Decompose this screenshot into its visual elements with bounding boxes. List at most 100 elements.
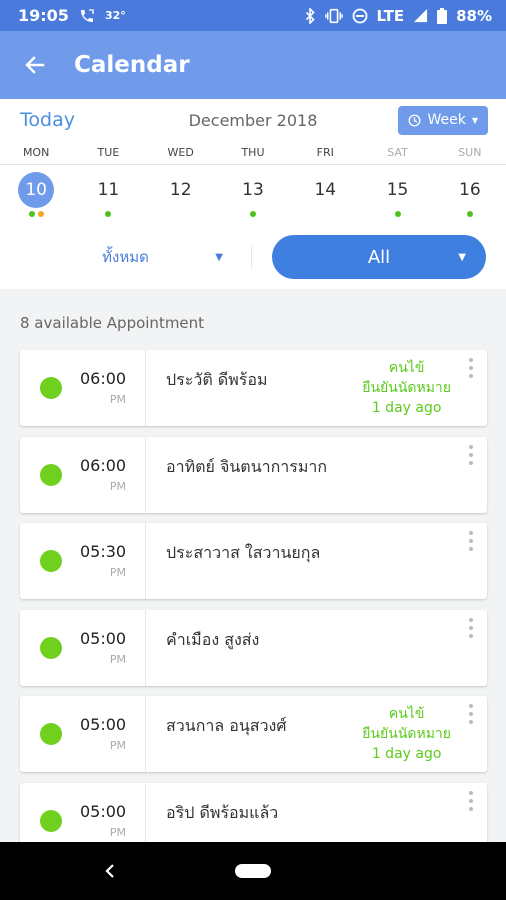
appointment-status-dot	[40, 723, 62, 745]
status-network: LTE	[376, 6, 405, 25]
card-divider	[145, 609, 146, 686]
card-divider	[145, 523, 146, 599]
nav-back-icon[interactable]	[100, 860, 120, 882]
nav-home-button[interactable]	[235, 864, 271, 878]
status-bar: 19:05 32° LTE 88%	[0, 0, 506, 31]
status-filter-label: All	[367, 246, 391, 268]
event-dots	[394, 211, 401, 217]
caret-down-icon: ▼	[215, 251, 223, 263]
day-row: 10 11 12 13 14 15 16	[0, 165, 506, 225]
category-filter-dropdown[interactable]: ทั้งหมด ▼	[0, 245, 252, 269]
vibrate-icon	[324, 8, 343, 24]
confirmation-line: คนไข้	[388, 360, 425, 376]
event-dot	[394, 211, 401, 217]
more-vert-icon[interactable]	[465, 790, 477, 815]
day-cell[interactable]: 12	[145, 165, 217, 225]
appointment-card[interactable]: 06:00 PM ประวัติ ดีพร้อม คนไข้ยืนยันนัดหมาย…	[20, 350, 487, 426]
more-vert-icon[interactable]	[465, 531, 477, 555]
today-button[interactable]: Today	[20, 109, 75, 131]
card-divider	[145, 782, 146, 842]
appointment-card[interactable]: 05:00 PM คำเมือง สูงส่ง	[20, 609, 487, 686]
card-divider	[145, 436, 146, 513]
appointment-ampm: PM	[109, 825, 126, 839]
day-number: 11	[97, 180, 120, 200]
weekday-label: THU	[241, 146, 265, 159]
appointment-time: 05:30	[80, 542, 127, 561]
calendar-header: Today December 2018 Week ▼	[0, 99, 506, 141]
appointment-time: 06:00	[80, 369, 127, 388]
day-cell[interactable]: 15	[361, 165, 433, 225]
weekday-label: SUN	[458, 146, 482, 159]
day-number: 13	[242, 180, 264, 200]
filter-row: ทั้งหมด ▼ All ▼	[0, 225, 506, 289]
day-cell[interactable]: 13	[217, 165, 289, 225]
more-vert-icon[interactable]	[465, 617, 477, 642]
app-bar: Calendar	[0, 31, 506, 99]
appointment-card[interactable]: 05:00 PM สวนกาล อนุสวงศ์ คนไข้ ยืนยันนัดหมาย…	[20, 696, 487, 772]
day-number: 16	[459, 180, 481, 200]
confirmation-line: 1 day ago	[371, 746, 442, 762]
caret-down-icon: ▼	[471, 115, 478, 125]
weekday-label: SAT	[387, 146, 408, 159]
event-dot	[105, 211, 112, 217]
appointment-status-dot	[40, 550, 62, 572]
confirmation-info: คนไข้ยืนยันนัดหมาย 1 day ago	[362, 358, 451, 418]
appointment-ampm: PM	[109, 479, 126, 493]
event-dot	[249, 211, 256, 217]
appointment-time: 05:00	[80, 628, 127, 648]
patient-name: ประสาวาส ใสวานยกุล	[166, 543, 321, 562]
weekday-label: WED	[167, 146, 194, 159]
do-not-disturb-icon	[352, 8, 368, 24]
weekday-label: TUE	[97, 146, 120, 159]
clock-icon	[409, 114, 421, 126]
appointment-status-dot	[40, 463, 62, 486]
day-cell[interactable]: 11	[72, 165, 144, 225]
day-number: 12	[169, 180, 192, 200]
more-vert-icon[interactable]	[465, 704, 477, 728]
status-filter-dropdown[interactable]: All ▼	[272, 235, 486, 279]
weekday-label: FRI	[316, 146, 334, 159]
appointment-card[interactable]: 06:00 PM อาทิตย์ จินตนาการมาก	[20, 436, 487, 513]
confirmation-line: 1 day ago	[371, 400, 442, 416]
appointment-list: 8 available Appointment 06:00 PM ประวัติ ด…	[0, 290, 506, 842]
back-button[interactable]	[0, 31, 70, 99]
card-divider	[145, 696, 146, 772]
patient-name: อาทิตย์ จินตนาการมาก	[166, 456, 328, 476]
day-number: 10	[18, 172, 55, 208]
confirmation-line: คนไข้	[388, 706, 425, 722]
day-cell[interactable]: 14	[289, 165, 361, 225]
appointment-status-dot	[40, 809, 62, 832]
caret-down-icon: ▼	[458, 251, 466, 263]
appointment-ampm: PM	[109, 393, 126, 406]
patient-name: อริป ดีพร้อมแล้ว	[166, 802, 279, 822]
event-dot	[28, 211, 35, 217]
appointment-count: 8 available Appointment	[20, 314, 205, 332]
more-vert-icon[interactable]	[465, 358, 477, 382]
appointment-ampm: PM	[109, 566, 126, 579]
status-temperature: 32°	[104, 9, 126, 22]
confirmation-line: ยืนยันนัดหมาย	[362, 380, 451, 396]
patient-name: คำเมือง สูงส่ง	[166, 629, 260, 649]
day-cell[interactable]: 16	[434, 165, 506, 225]
event-dots	[28, 211, 44, 217]
appointment-card[interactable]: 05:00 PM อริป ดีพร้อมแล้ว	[20, 782, 487, 842]
view-mode-label: Week	[427, 112, 466, 128]
status-time: 19:05	[18, 6, 69, 25]
signal-icon	[413, 8, 428, 23]
card-divider	[145, 350, 146, 426]
system-navigation-bar	[0, 842, 506, 900]
appointment-ampm: PM	[109, 739, 126, 752]
call-icon	[79, 8, 95, 24]
arrow-back-icon	[25, 56, 45, 74]
appointment-card[interactable]: 05:30 PM ประสาวาส ใสวานยกุล	[20, 523, 487, 599]
confirmation-line: ยืนยันนัดหมาย	[362, 726, 451, 742]
patient-name: ประวัติ ดีพร้อม	[166, 370, 268, 389]
event-dots	[105, 211, 112, 217]
more-vert-icon[interactable]	[465, 444, 477, 469]
patient-name: สวนกาล อนุสวงศ์	[166, 716, 287, 735]
day-cell[interactable]: 10	[0, 165, 72, 225]
battery-icon	[437, 7, 448, 24]
event-dot	[466, 211, 473, 217]
appointment-status-dot	[40, 377, 62, 399]
view-mode-button[interactable]: Week ▼	[398, 105, 488, 135]
